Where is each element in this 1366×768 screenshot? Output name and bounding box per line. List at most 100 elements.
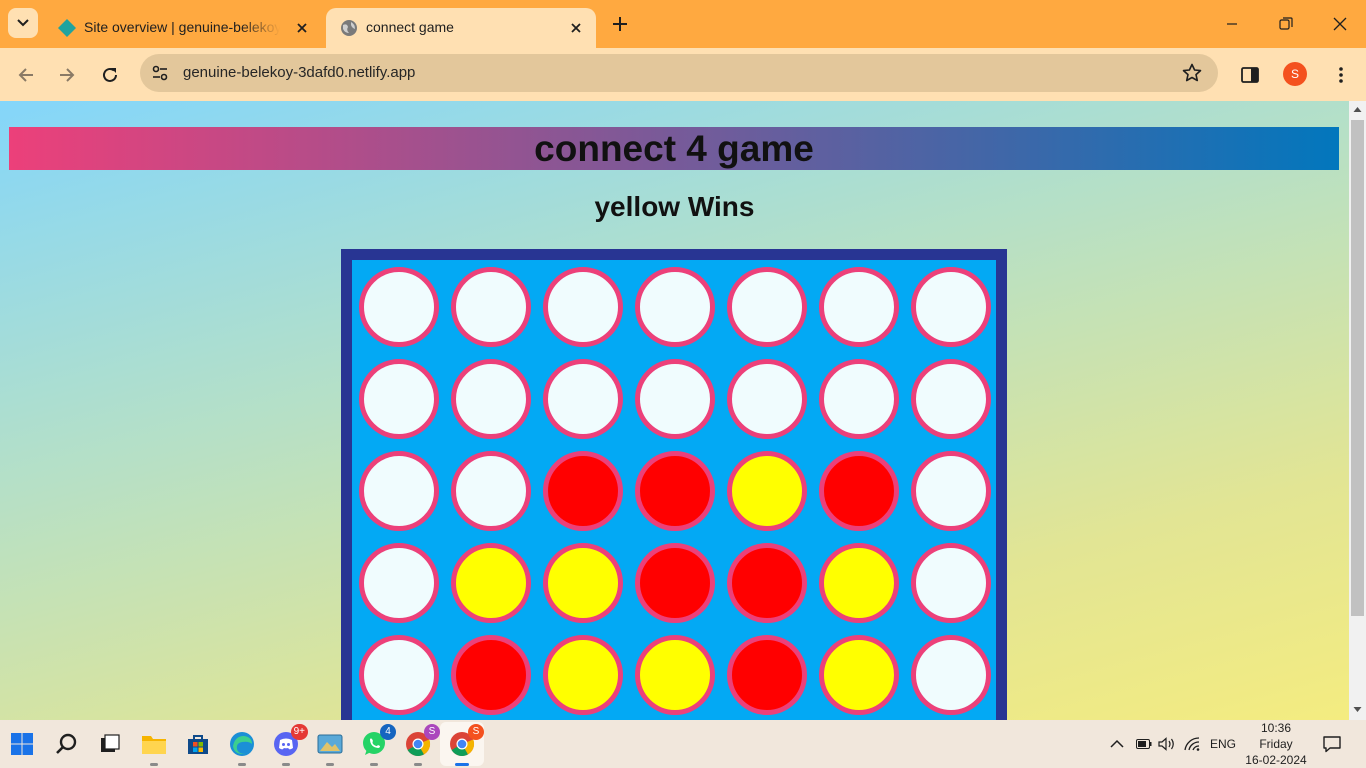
- board-cell-empty[interactable]: [819, 267, 899, 347]
- side-panel-icon: [1241, 67, 1259, 83]
- show-hidden-icons-button[interactable]: [1110, 720, 1124, 768]
- site-settings-icon: [152, 65, 168, 81]
- forward-button[interactable]: [52, 60, 82, 90]
- running-indicator: [326, 763, 334, 766]
- scrollbar-thumb[interactable]: [1351, 120, 1364, 616]
- restore-button[interactable]: [1272, 10, 1300, 38]
- board-cell-yellow[interactable]: [543, 543, 623, 623]
- file-explorer-button[interactable]: [138, 728, 170, 766]
- notifications-button[interactable]: [1322, 720, 1342, 768]
- board-cell-yellow[interactable]: [635, 635, 715, 715]
- tab-connect-game[interactable]: connect game: [326, 8, 596, 48]
- board-cell-empty[interactable]: [359, 267, 439, 347]
- board-cell-empty[interactable]: [911, 451, 991, 531]
- board-cell-empty[interactable]: [359, 543, 439, 623]
- board-cell-empty[interactable]: [819, 359, 899, 439]
- new-tab-button[interactable]: [606, 10, 634, 38]
- windows-taskbar: 9+ 4 S S ENG 10:36 Friday 16-02-2024: [0, 720, 1366, 768]
- start-button[interactable]: [6, 728, 38, 760]
- running-indicator: [282, 763, 290, 766]
- minimize-button[interactable]: [1218, 10, 1246, 38]
- board-cell-red[interactable]: [819, 451, 899, 531]
- bookmark-star-icon[interactable]: [1182, 63, 1202, 83]
- system-clock[interactable]: 10:36 Friday 16-02-2024: [1238, 720, 1314, 768]
- board-cell-red[interactable]: [635, 451, 715, 531]
- profile-badge: S: [424, 724, 440, 740]
- page-title: connect 4 game: [9, 127, 1339, 170]
- board-cell-empty[interactable]: [359, 359, 439, 439]
- scroll-down-arrow-icon[interactable]: [1353, 705, 1362, 714]
- speaker-icon: [1158, 737, 1174, 751]
- edge-button[interactable]: [226, 728, 258, 766]
- close-tab-icon[interactable]: [294, 20, 310, 36]
- board-cell-yellow[interactable]: [819, 635, 899, 715]
- board-cell-empty[interactable]: [911, 359, 991, 439]
- network-indicator[interactable]: [1184, 720, 1200, 768]
- board-cell-empty[interactable]: [911, 635, 991, 715]
- microsoft-store-button[interactable]: [182, 728, 214, 760]
- profile-avatar[interactable]: S: [1283, 62, 1307, 86]
- board-cell-empty[interactable]: [911, 267, 991, 347]
- board-cell-red[interactable]: [635, 543, 715, 623]
- board-cell-empty[interactable]: [727, 359, 807, 439]
- running-indicator: [150, 763, 158, 766]
- board-cell-yellow[interactable]: [451, 543, 531, 623]
- board-cell-empty[interactable]: [543, 359, 623, 439]
- tab-title: Site overview | genuine-belekoy: [84, 19, 280, 35]
- running-indicator: [370, 763, 378, 766]
- board-cell-red[interactable]: [451, 635, 531, 715]
- wifi-icon: [1184, 737, 1200, 751]
- whatsapp-button[interactable]: 4: [358, 724, 396, 766]
- board-cell-empty[interactable]: [635, 359, 715, 439]
- board-cell-empty[interactable]: [451, 359, 531, 439]
- photos-button[interactable]: [314, 728, 346, 766]
- task-view-icon: [101, 734, 120, 752]
- search-button[interactable]: [50, 728, 82, 760]
- board-cell-yellow[interactable]: [819, 543, 899, 623]
- clock-time: 10:36: [1260, 721, 1292, 735]
- board-cell-yellow[interactable]: [543, 635, 623, 715]
- plus-icon: [613, 17, 627, 31]
- edge-icon: [230, 732, 254, 756]
- board-cell-empty[interactable]: [911, 543, 991, 623]
- scroll-up-arrow-icon[interactable]: [1353, 105, 1362, 114]
- input-language[interactable]: ENG: [1210, 720, 1236, 768]
- board-cell-yellow[interactable]: [727, 451, 807, 531]
- board-cell-red[interactable]: [727, 635, 807, 715]
- more-vertical-icon: [1339, 67, 1343, 83]
- discord-button[interactable]: 9+: [270, 724, 308, 766]
- chrome-active-button[interactable]: S: [446, 724, 484, 766]
- close-icon: [1333, 17, 1347, 31]
- address-bar[interactable]: genuine-belekoy-3dafd0.netlify.app: [140, 54, 1218, 92]
- chrome-button[interactable]: S: [402, 724, 440, 766]
- board-cell-empty[interactable]: [727, 267, 807, 347]
- folder-icon: [142, 736, 166, 754]
- minimize-icon: [1227, 23, 1237, 25]
- battery-indicator[interactable]: [1136, 720, 1152, 768]
- tab-site-overview[interactable]: Site overview | genuine-belekoy: [44, 8, 322, 48]
- board-cell-empty[interactable]: [359, 451, 439, 531]
- board-cell-empty[interactable]: [635, 267, 715, 347]
- windows-logo-icon: [11, 733, 33, 755]
- board-cell-red[interactable]: [727, 543, 807, 623]
- running-indicator: [414, 763, 422, 766]
- board-cell-empty[interactable]: [543, 267, 623, 347]
- reload-button[interactable]: [95, 60, 125, 90]
- side-panel-button[interactable]: [1235, 60, 1265, 90]
- task-view-button[interactable]: [94, 728, 126, 760]
- board-cell-empty[interactable]: [451, 451, 531, 531]
- page-scrollbar[interactable]: [1349, 101, 1366, 720]
- back-button[interactable]: [11, 60, 41, 90]
- browser-menu-button[interactable]: [1326, 60, 1356, 90]
- board-cell-empty[interactable]: [451, 267, 531, 347]
- board-cell-empty[interactable]: [359, 635, 439, 715]
- notification-badge: 9+: [290, 724, 308, 740]
- tab-search-button[interactable]: [8, 8, 38, 38]
- close-tab-icon[interactable]: [568, 20, 584, 36]
- photos-icon: [317, 734, 343, 754]
- game-board[interactable]: [341, 249, 1007, 720]
- page-viewport: connect 4 game yellow Wins: [0, 101, 1349, 720]
- board-cell-red[interactable]: [543, 451, 623, 531]
- close-window-button[interactable]: [1326, 10, 1354, 38]
- volume-indicator[interactable]: [1158, 720, 1176, 768]
